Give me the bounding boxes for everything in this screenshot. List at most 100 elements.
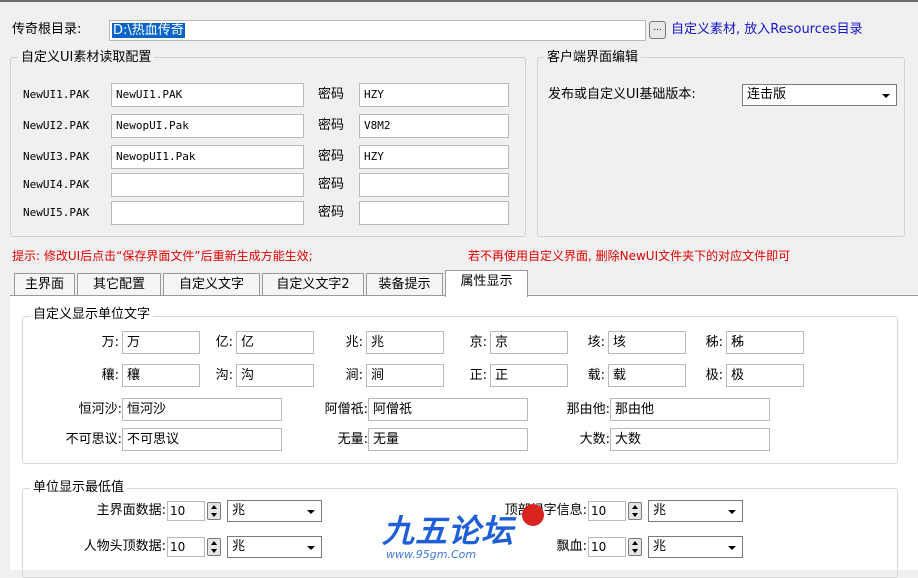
unit-label: 万: [101, 335, 119, 350]
unit-input[interactable]: 阿僧祇 [368, 398, 528, 421]
min-value-input[interactable]: 10 [167, 501, 205, 521]
pak-file-input[interactable]: NewopUI.Pak [111, 114, 304, 138]
password-label: 密码 [318, 177, 345, 192]
resources-hint: 自定义素材, 放入Resources目录 [671, 22, 863, 37]
unit-label: 正: [469, 368, 487, 383]
base-version-select[interactable]: 连击版 [742, 84, 897, 106]
root-dir-value: D:\热血传奇 [112, 23, 185, 38]
unit-select[interactable]: 兆 [227, 500, 322, 522]
unit-input[interactable]: 涧 [366, 364, 444, 387]
unit-input[interactable]: 秭 [726, 331, 804, 354]
unit-select-value: 兆 [232, 539, 246, 554]
unit-label: 无量: [337, 432, 368, 447]
chevron-down-icon [882, 94, 890, 98]
unit-label: 京: [469, 335, 487, 350]
tab-main-ui[interactable]: 主界面 [14, 273, 75, 295]
password-input[interactable]: V8M2 [359, 114, 509, 138]
unit-input[interactable]: 穰 [122, 364, 200, 387]
warning-text-right: 若不再使用自定义界面, 删除NewUI文件夹下的对应文件即可 [468, 249, 791, 263]
min-value-input[interactable]: 10 [588, 501, 626, 521]
watermark-url: www.95gm.Com [386, 548, 477, 561]
spinner-updown-icon[interactable] [207, 538, 221, 556]
unit-input[interactable]: 那由他 [610, 398, 770, 421]
unit-label: 沟: [215, 368, 233, 383]
unit-label: 垓: [587, 335, 605, 350]
password-label: 密码 [318, 149, 345, 164]
password-input[interactable]: HZY [359, 83, 509, 107]
pak-file-input[interactable]: NewUI1.PAK [111, 83, 304, 107]
unit-select[interactable]: 兆 [227, 536, 322, 558]
pak-name-label: NewUI3.PAK [23, 150, 90, 163]
pak-file-input[interactable] [111, 173, 304, 197]
unit-input[interactable]: 载 [608, 364, 686, 387]
unit-select-value: 兆 [653, 539, 667, 554]
chevron-down-icon [307, 546, 315, 550]
tab-custom-text[interactable]: 自定义文字 [163, 273, 260, 295]
min-value-input[interactable]: 10 [167, 537, 205, 557]
tab-attribute-display[interactable]: 属性显示 [445, 270, 528, 297]
client-ui-group-title: 客户端界面编辑 [544, 50, 642, 66]
unit-label: 不可思议: [65, 432, 122, 447]
window-top-border [0, 0, 918, 2]
unit-input[interactable]: 极 [726, 364, 804, 387]
watermark-emblem-icon [522, 504, 544, 526]
pak-name-label: NewUI1.PAK [23, 88, 90, 101]
unit-label: 秭: [705, 335, 723, 350]
root-dir-label: 传奇根目录: [12, 22, 82, 37]
min-value-label: 人物头顶数据: [83, 539, 166, 554]
watermark-text: 九五论坛 [382, 512, 515, 550]
unit-select-value: 兆 [232, 503, 246, 518]
unit-input[interactable]: 垓 [608, 331, 686, 354]
base-version-value: 连击版 [747, 87, 787, 102]
ui-material-group-title: 自定义UI素材读取配置 [18, 50, 155, 66]
unit-text-group-title: 自定义显示单位文字 [30, 307, 154, 323]
min-value-input[interactable]: 10 [588, 537, 626, 557]
unit-input[interactable]: 大数 [610, 428, 770, 451]
password-label: 密码 [318, 87, 345, 102]
unit-label: 亿: [215, 335, 233, 350]
pak-name-label: NewUI5.PAK [23, 206, 90, 219]
browse-button[interactable]: ... [649, 21, 666, 39]
chevron-down-icon [307, 510, 315, 514]
root-dir-input[interactable]: D:\热血传奇 [109, 20, 646, 41]
chevron-down-icon [728, 546, 736, 550]
unit-label: 那由他: [566, 402, 610, 417]
tab-equip-tips[interactable]: 装备提示 [366, 273, 443, 295]
unit-input[interactable]: 不可思议 [122, 428, 282, 451]
pak-file-input[interactable]: NewopUI1.Pak [111, 145, 304, 169]
unit-label: 大数: [579, 432, 610, 447]
base-version-label: 发布或自定义UI基础版本: [548, 87, 696, 102]
spinner-updown-icon[interactable] [207, 502, 221, 520]
min-value-label: 主界面数据: [96, 503, 166, 518]
unit-input[interactable]: 恒河沙 [122, 398, 282, 421]
unit-input[interactable]: 亿 [236, 331, 314, 354]
ellipsis-icon: ... [653, 23, 662, 33]
unit-input[interactable]: 兆 [366, 331, 444, 354]
unit-label: 载: [587, 368, 605, 383]
pak-name-label: NewUI2.PAK [23, 119, 90, 132]
unit-label: 恒河沙: [78, 402, 122, 417]
unit-input[interactable]: 无量 [368, 428, 528, 451]
tab-other-config[interactable]: 其它配置 [77, 273, 161, 295]
min-value-group-title: 单位显示最低值 [30, 480, 128, 496]
unit-select[interactable]: 兆 [648, 500, 743, 522]
unit-input[interactable]: 正 [490, 364, 568, 387]
chevron-down-icon [728, 510, 736, 514]
spinner-updown-icon[interactable] [628, 538, 642, 556]
pak-name-label: NewUI4.PAK [23, 178, 90, 191]
tab-custom-text-2[interactable]: 自定义文字2 [262, 273, 364, 295]
unit-label: 兆: [345, 335, 363, 350]
warning-text-left: 提示: 修改UI后点击“保存界面文件”后重新生成方能生效; [12, 249, 313, 263]
forum-watermark-logo: 九五论坛 www.95gm.Com [372, 500, 582, 570]
pak-file-input[interactable] [111, 201, 304, 225]
password-input[interactable] [359, 201, 509, 225]
unit-input[interactable]: 万 [122, 331, 200, 354]
unit-select-value: 兆 [653, 503, 667, 518]
spinner-updown-icon[interactable] [628, 502, 642, 520]
password-input[interactable] [359, 173, 509, 197]
unit-label: 穰: [101, 368, 119, 383]
unit-input[interactable]: 京 [490, 331, 568, 354]
unit-select[interactable]: 兆 [648, 536, 743, 558]
password-input[interactable]: HZY [359, 145, 509, 169]
unit-input[interactable]: 沟 [236, 364, 314, 387]
